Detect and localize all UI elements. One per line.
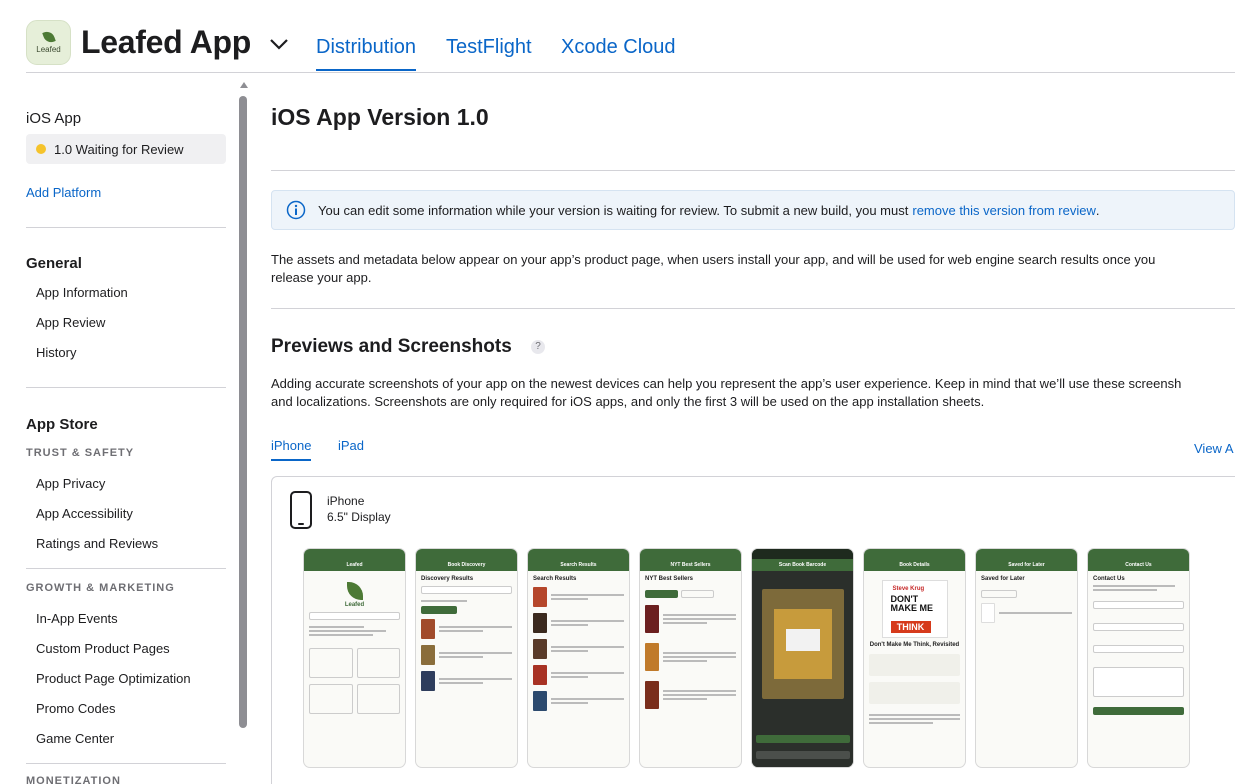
screenshot-title: Saved for Later bbox=[976, 559, 1077, 571]
screenshot-heading: Don't Make Me Think, Revisited bbox=[869, 642, 960, 648]
sidebar-item-app-privacy[interactable]: App Privacy bbox=[36, 476, 105, 491]
section-divider bbox=[271, 308, 1235, 309]
screenshot-heading: NYT Best Sellers bbox=[645, 576, 694, 582]
screenshot-heading: Search Results bbox=[533, 576, 577, 582]
help-icon[interactable]: ? bbox=[531, 340, 545, 354]
assets-description-line-2: release your app. bbox=[271, 270, 372, 285]
screenshot-thumbnail[interactable]: NYT Best Sellers NYT Best Sellers bbox=[639, 548, 742, 768]
previews-description-line-2: and localizations. Screenshots are only … bbox=[271, 394, 985, 409]
app-store-heading: App Store bbox=[26, 416, 98, 433]
top-header: Leafed Leafed App Distribution TestFligh… bbox=[0, 0, 1235, 73]
screenshot-heading: Contact Us bbox=[1093, 576, 1125, 582]
screenshot-thumbnail[interactable]: Search Results Search Results bbox=[527, 548, 630, 768]
screenshot-heading: Discovery Results bbox=[421, 576, 474, 582]
cover-line: ME bbox=[919, 603, 934, 613]
device-name: iPhone bbox=[327, 494, 365, 508]
leaf-icon bbox=[41, 29, 56, 45]
tab-distribution[interactable]: Distribution bbox=[316, 36, 417, 71]
screenshot-heading: Leafed bbox=[344, 602, 365, 608]
sidebar-item-custom-product-pages[interactable]: Custom Product Pages bbox=[36, 641, 170, 656]
sidebar-item-ratings-reviews[interactable]: Ratings and Reviews bbox=[36, 536, 158, 551]
leaf-icon bbox=[346, 582, 363, 600]
screenshot-title: Search Results bbox=[528, 559, 629, 571]
info-suffix: . bbox=[1095, 202, 1100, 218]
sidebar-divider bbox=[26, 568, 226, 569]
tab-iphone[interactable]: iPhone bbox=[271, 438, 312, 461]
screenshot-title: NYT Best Sellers bbox=[640, 559, 741, 571]
iphone-icon bbox=[290, 491, 312, 529]
sidebar-item-game-center[interactable]: Game Center bbox=[36, 731, 114, 746]
sidebar-item-app-review[interactable]: App Review bbox=[36, 315, 105, 330]
sidebar-item-promo-codes[interactable]: Promo Codes bbox=[36, 701, 115, 716]
sidebar-scrollbar[interactable] bbox=[239, 96, 247, 728]
ios-app-heading: iOS App bbox=[26, 110, 82, 127]
version-status-label: 1.0 Waiting for Review bbox=[54, 141, 184, 157]
assets-description-line-1: The assets and metadata below appear on … bbox=[271, 252, 1156, 267]
tab-xcode-cloud[interactable]: Xcode Cloud bbox=[561, 36, 676, 59]
remove-from-review-link[interactable]: remove this version from review bbox=[912, 203, 1096, 218]
general-heading: General bbox=[26, 255, 82, 272]
screenshot-title: Leafed bbox=[304, 559, 405, 571]
sidebar-item-app-accessibility[interactable]: App Accessibility bbox=[36, 506, 133, 521]
trust-safety-heading: TRUST & SAFETY bbox=[26, 447, 135, 459]
screenshot-thumbnail[interactable]: Scan Book Barcode bbox=[751, 548, 854, 768]
scroll-up-arrow-icon[interactable] bbox=[240, 82, 248, 88]
app-icon-label: Leafed bbox=[36, 45, 61, 54]
sidebar-item-product-page-optimization[interactable]: Product Page Optimization bbox=[36, 671, 191, 686]
view-all-link[interactable]: View A bbox=[1194, 441, 1234, 456]
sidebar-item-app-information[interactable]: App Information bbox=[36, 285, 128, 300]
sidebar-item-history[interactable]: History bbox=[36, 345, 76, 360]
add-platform-link[interactable]: Add Platform bbox=[26, 185, 101, 200]
screenshot-thumbnail[interactable]: Saved for Later Saved for Later bbox=[975, 548, 1078, 768]
screenshot-thumbnail[interactable]: Book Discovery Discovery Results bbox=[415, 548, 518, 768]
sidebar-divider bbox=[26, 763, 226, 764]
screenshot-heading: Saved for Later bbox=[981, 576, 1025, 582]
sidebar-divider bbox=[26, 227, 226, 228]
info-banner: You can edit some information while your… bbox=[271, 190, 1235, 230]
monetization-heading: MONETIZATION bbox=[26, 775, 121, 784]
status-dot-icon bbox=[36, 144, 46, 154]
sidebar-divider bbox=[26, 387, 226, 388]
growth-marketing-heading: GROWTH & MARKETING bbox=[26, 582, 175, 594]
screenshot-title: Scan Book Barcode bbox=[752, 559, 853, 571]
page-title: iOS App Version 1.0 bbox=[271, 104, 489, 130]
tab-testflight[interactable]: TestFlight bbox=[446, 36, 532, 59]
book-author: Steve Krug bbox=[892, 586, 925, 592]
info-text: You can edit some information while your… bbox=[318, 202, 909, 218]
screenshot-thumbnail[interactable]: Book Details Steve Krug DON'T MAKE ME THI… bbox=[863, 548, 966, 768]
sidebar: iOS App 1.0 Waiting for Review Add Platf… bbox=[0, 73, 240, 784]
previews-title: Previews and Screenshots bbox=[271, 336, 512, 357]
screenshot-thumbnail[interactable]: Leafed Leafed bbox=[303, 548, 406, 768]
cover-line: THINK bbox=[890, 621, 931, 633]
sidebar-item-in-app-events[interactable]: In-App Events bbox=[36, 611, 118, 626]
tab-ipad[interactable]: iPad bbox=[338, 438, 364, 453]
book-photo bbox=[762, 589, 844, 699]
info-icon bbox=[286, 200, 306, 220]
barcode-icon bbox=[786, 629, 820, 651]
screenshot-thumbnail[interactable]: Contact Us Contact Us bbox=[1087, 548, 1190, 768]
device-display-size: 6.5" Display bbox=[327, 510, 391, 524]
app-icon[interactable]: Leafed bbox=[26, 20, 71, 65]
screenshot-title: Book Details bbox=[864, 559, 965, 571]
screenshot-title: Book Discovery bbox=[416, 559, 517, 571]
book-cover-image: Steve Krug DON'T MAKE ME THINK bbox=[881, 580, 948, 638]
version-status-item[interactable]: 1.0 Waiting for Review bbox=[26, 134, 226, 164]
chevron-down-icon[interactable] bbox=[269, 37, 289, 51]
previews-description-line-1: Adding accurate screenshots of your app … bbox=[271, 376, 1182, 391]
title-divider bbox=[271, 170, 1235, 171]
screenshot-title: Contact Us bbox=[1088, 559, 1189, 571]
app-name[interactable]: Leafed App bbox=[81, 24, 251, 61]
cover-line: MAKE bbox=[890, 603, 918, 613]
